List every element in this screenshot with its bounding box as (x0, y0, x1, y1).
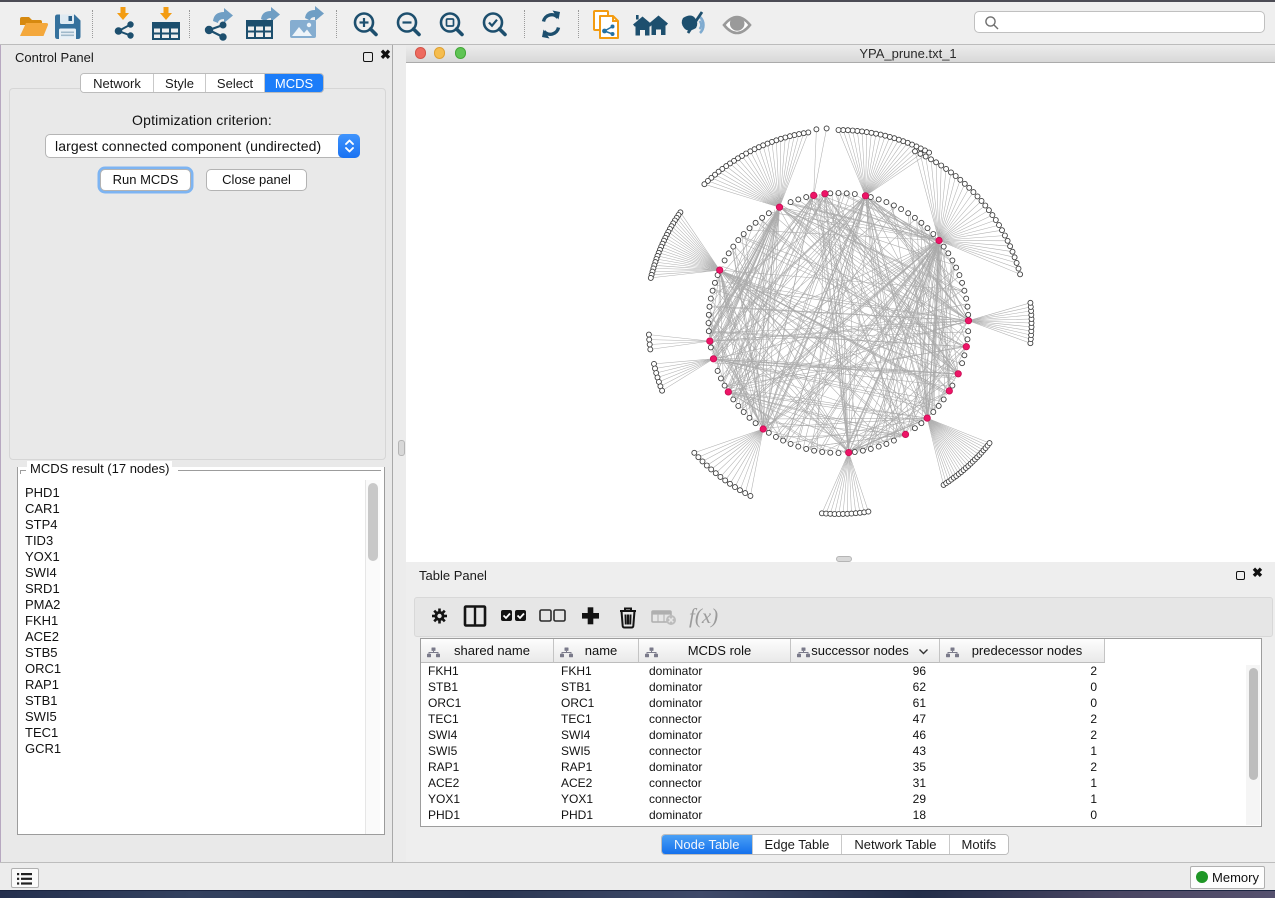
svg-text:f(x): f(x) (689, 604, 718, 628)
